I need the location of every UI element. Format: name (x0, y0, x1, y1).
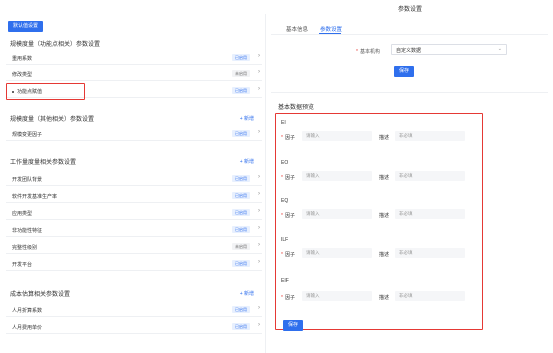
section-divider (271, 92, 548, 93)
status-badge: 已启用 (232, 192, 250, 199)
param-row-reuse[interactable]: 重用系数 已启用 › (6, 50, 262, 65)
param-row-person-month-coef[interactable]: 人月折算系数 已启用 › (6, 302, 262, 317)
param-row-label: 规模变更因子 (12, 132, 43, 138)
param-row-scale-change[interactable]: 规模变更因子 已启用 › (6, 126, 262, 141)
param-row-modify-type[interactable]: 修改类型 未启用 › (6, 66, 262, 81)
factor-label: * 因子 (281, 295, 295, 301)
chevron-right-icon[interactable]: › (258, 129, 260, 135)
chevron-right-icon[interactable]: › (258, 69, 260, 75)
status-badge: 已启用 (232, 306, 250, 313)
desc-input[interactable]: 非必填 (395, 131, 465, 141)
param-row-label: 修改类型 (12, 72, 33, 78)
param-row-label: 开发平台 (12, 262, 33, 268)
required-mark: * (356, 49, 358, 55)
add-link[interactable]: + 新增 (240, 115, 254, 122)
factor-input[interactable]: 请输入 (302, 248, 372, 258)
left-panel: 默认值设置 规模度量（功能点相关）参数设置 重用系数 已启用 › 修改类型 未启… (0, 14, 265, 353)
tabs-divider (271, 34, 548, 35)
desc-label: 描述 (379, 175, 390, 181)
param-row-person-month-price[interactable]: 人月费用单价 已启用 › (6, 319, 262, 334)
chevron-right-icon[interactable]: › (258, 305, 260, 311)
preview-save-button[interactable]: 保存 (283, 320, 304, 331)
param-row-label: 非功能性特征 (12, 228, 43, 234)
org-select-value: 自定义数据 (396, 48, 422, 54)
chevron-right-icon[interactable]: › (258, 242, 260, 248)
chevron-right-icon[interactable]: › (258, 86, 260, 92)
group-name: EI (281, 120, 286, 126)
param-row-label: 人月折算系数 (12, 308, 43, 314)
status-badge: 未启用 (232, 70, 250, 77)
status-badge: 未启用 (232, 243, 250, 250)
tab-basic-info[interactable]: 基本信息 (286, 25, 308, 33)
param-row-nonfunctional[interactable]: 非功能性特征 已启用 › (6, 222, 262, 237)
status-badge: 已启用 (232, 175, 250, 182)
status-badge: 已启用 (232, 226, 250, 233)
desc-label: 描述 (379, 295, 390, 301)
section-title-size-fp: 规模度量（功能点相关）参数设置 (10, 42, 101, 48)
status-badge: 已启用 (232, 54, 250, 61)
org-field-label: * 基本机构 (356, 49, 380, 55)
highlight-box (6, 83, 85, 100)
preview-title: 基本数据预览 (278, 105, 315, 111)
factor-label: * 因子 (281, 213, 295, 219)
param-row-productivity[interactable]: 软件开发基准生产率 已启用 › (6, 188, 262, 203)
save-button[interactable]: 保存 (394, 66, 415, 77)
right-panel: 基本信息 参数设置 * 基本机构 自定义数据 ⌄ 保存 基本数据预览 EI * 因子… (266, 14, 553, 353)
param-row-team[interactable]: 开发团队背景 已启用 › (6, 171, 262, 186)
factor-label: * 因子 (281, 252, 295, 258)
chevron-right-icon[interactable]: › (258, 53, 260, 59)
chevron-down-icon: ⌄ (497, 46, 502, 52)
status-badge: 已启用 (232, 130, 250, 137)
group-name: EQ (281, 198, 289, 204)
factor-label: * 因子 (281, 175, 295, 181)
chevron-right-icon[interactable]: › (258, 225, 260, 231)
param-row-label: 重用系数 (12, 56, 33, 62)
factor-input[interactable]: 请输入 (302, 131, 372, 141)
section-title-cost: 成本估算相关参数设置 (10, 292, 71, 298)
desc-label: 描述 (379, 252, 390, 258)
chevron-right-icon[interactable]: › (258, 259, 260, 265)
param-row-platform[interactable]: 开发平台 已启用 › (6, 256, 262, 271)
add-link[interactable]: + 新增 (240, 158, 254, 165)
factor-input[interactable]: 请输入 (302, 291, 372, 301)
status-badge: 已启用 (232, 87, 250, 94)
section-title-size-other: 规模度量（其他相关）参数设置 (10, 117, 95, 123)
factor-label: * 因子 (281, 135, 295, 141)
tab-param-settings[interactable]: 参数设置 (320, 25, 342, 33)
group-name: ILF (281, 237, 289, 243)
page-title: 参数设置 (398, 7, 423, 13)
param-row-app-type[interactable]: 应用类型 已启用 › (6, 205, 262, 220)
chevron-right-icon[interactable]: › (258, 191, 260, 197)
default-settings-button[interactable]: 默认值设置 (8, 21, 44, 32)
param-row-label: 人月费用单价 (12, 325, 43, 331)
desc-label: 描述 (379, 213, 390, 219)
desc-label: 描述 (379, 135, 390, 141)
param-row-label: 应用类型 (12, 211, 33, 217)
org-select[interactable]: 自定义数据 ⌄ (391, 44, 507, 55)
add-link[interactable]: + 新增 (240, 290, 254, 297)
param-row-label: 软件开发基准生产率 (12, 194, 58, 200)
top-bar: 参数设置 (0, 0, 553, 14)
status-badge: 已启用 (232, 260, 250, 267)
chevron-right-icon[interactable]: › (258, 208, 260, 214)
chevron-right-icon[interactable]: › (258, 322, 260, 328)
group-name: EIF (281, 278, 289, 284)
factor-input[interactable]: 请输入 (302, 171, 372, 181)
desc-input[interactable]: 非必填 (395, 171, 465, 181)
param-row-label: 开发团队背景 (12, 177, 43, 183)
status-badge: 已启用 (232, 323, 250, 330)
desc-input[interactable]: 非必填 (395, 209, 465, 219)
group-name: EO (281, 160, 289, 166)
factor-input[interactable]: 请输入 (302, 209, 372, 219)
preview-box: EI * 因子 请输入 描述 非必填 EO * 因子 请输入 描述 非必填 EQ *… (275, 113, 483, 330)
param-row-label: 完整性级别 (12, 245, 38, 251)
param-row-integrity[interactable]: 完整性级别 未启用 › (6, 239, 262, 254)
desc-input[interactable]: 非必填 (395, 248, 465, 258)
section-title-effort: 工作量度量相关参数设置 (10, 160, 77, 166)
chevron-right-icon[interactable]: › (258, 174, 260, 180)
status-badge: 已启用 (232, 209, 250, 216)
desc-input[interactable]: 非必填 (395, 291, 465, 301)
